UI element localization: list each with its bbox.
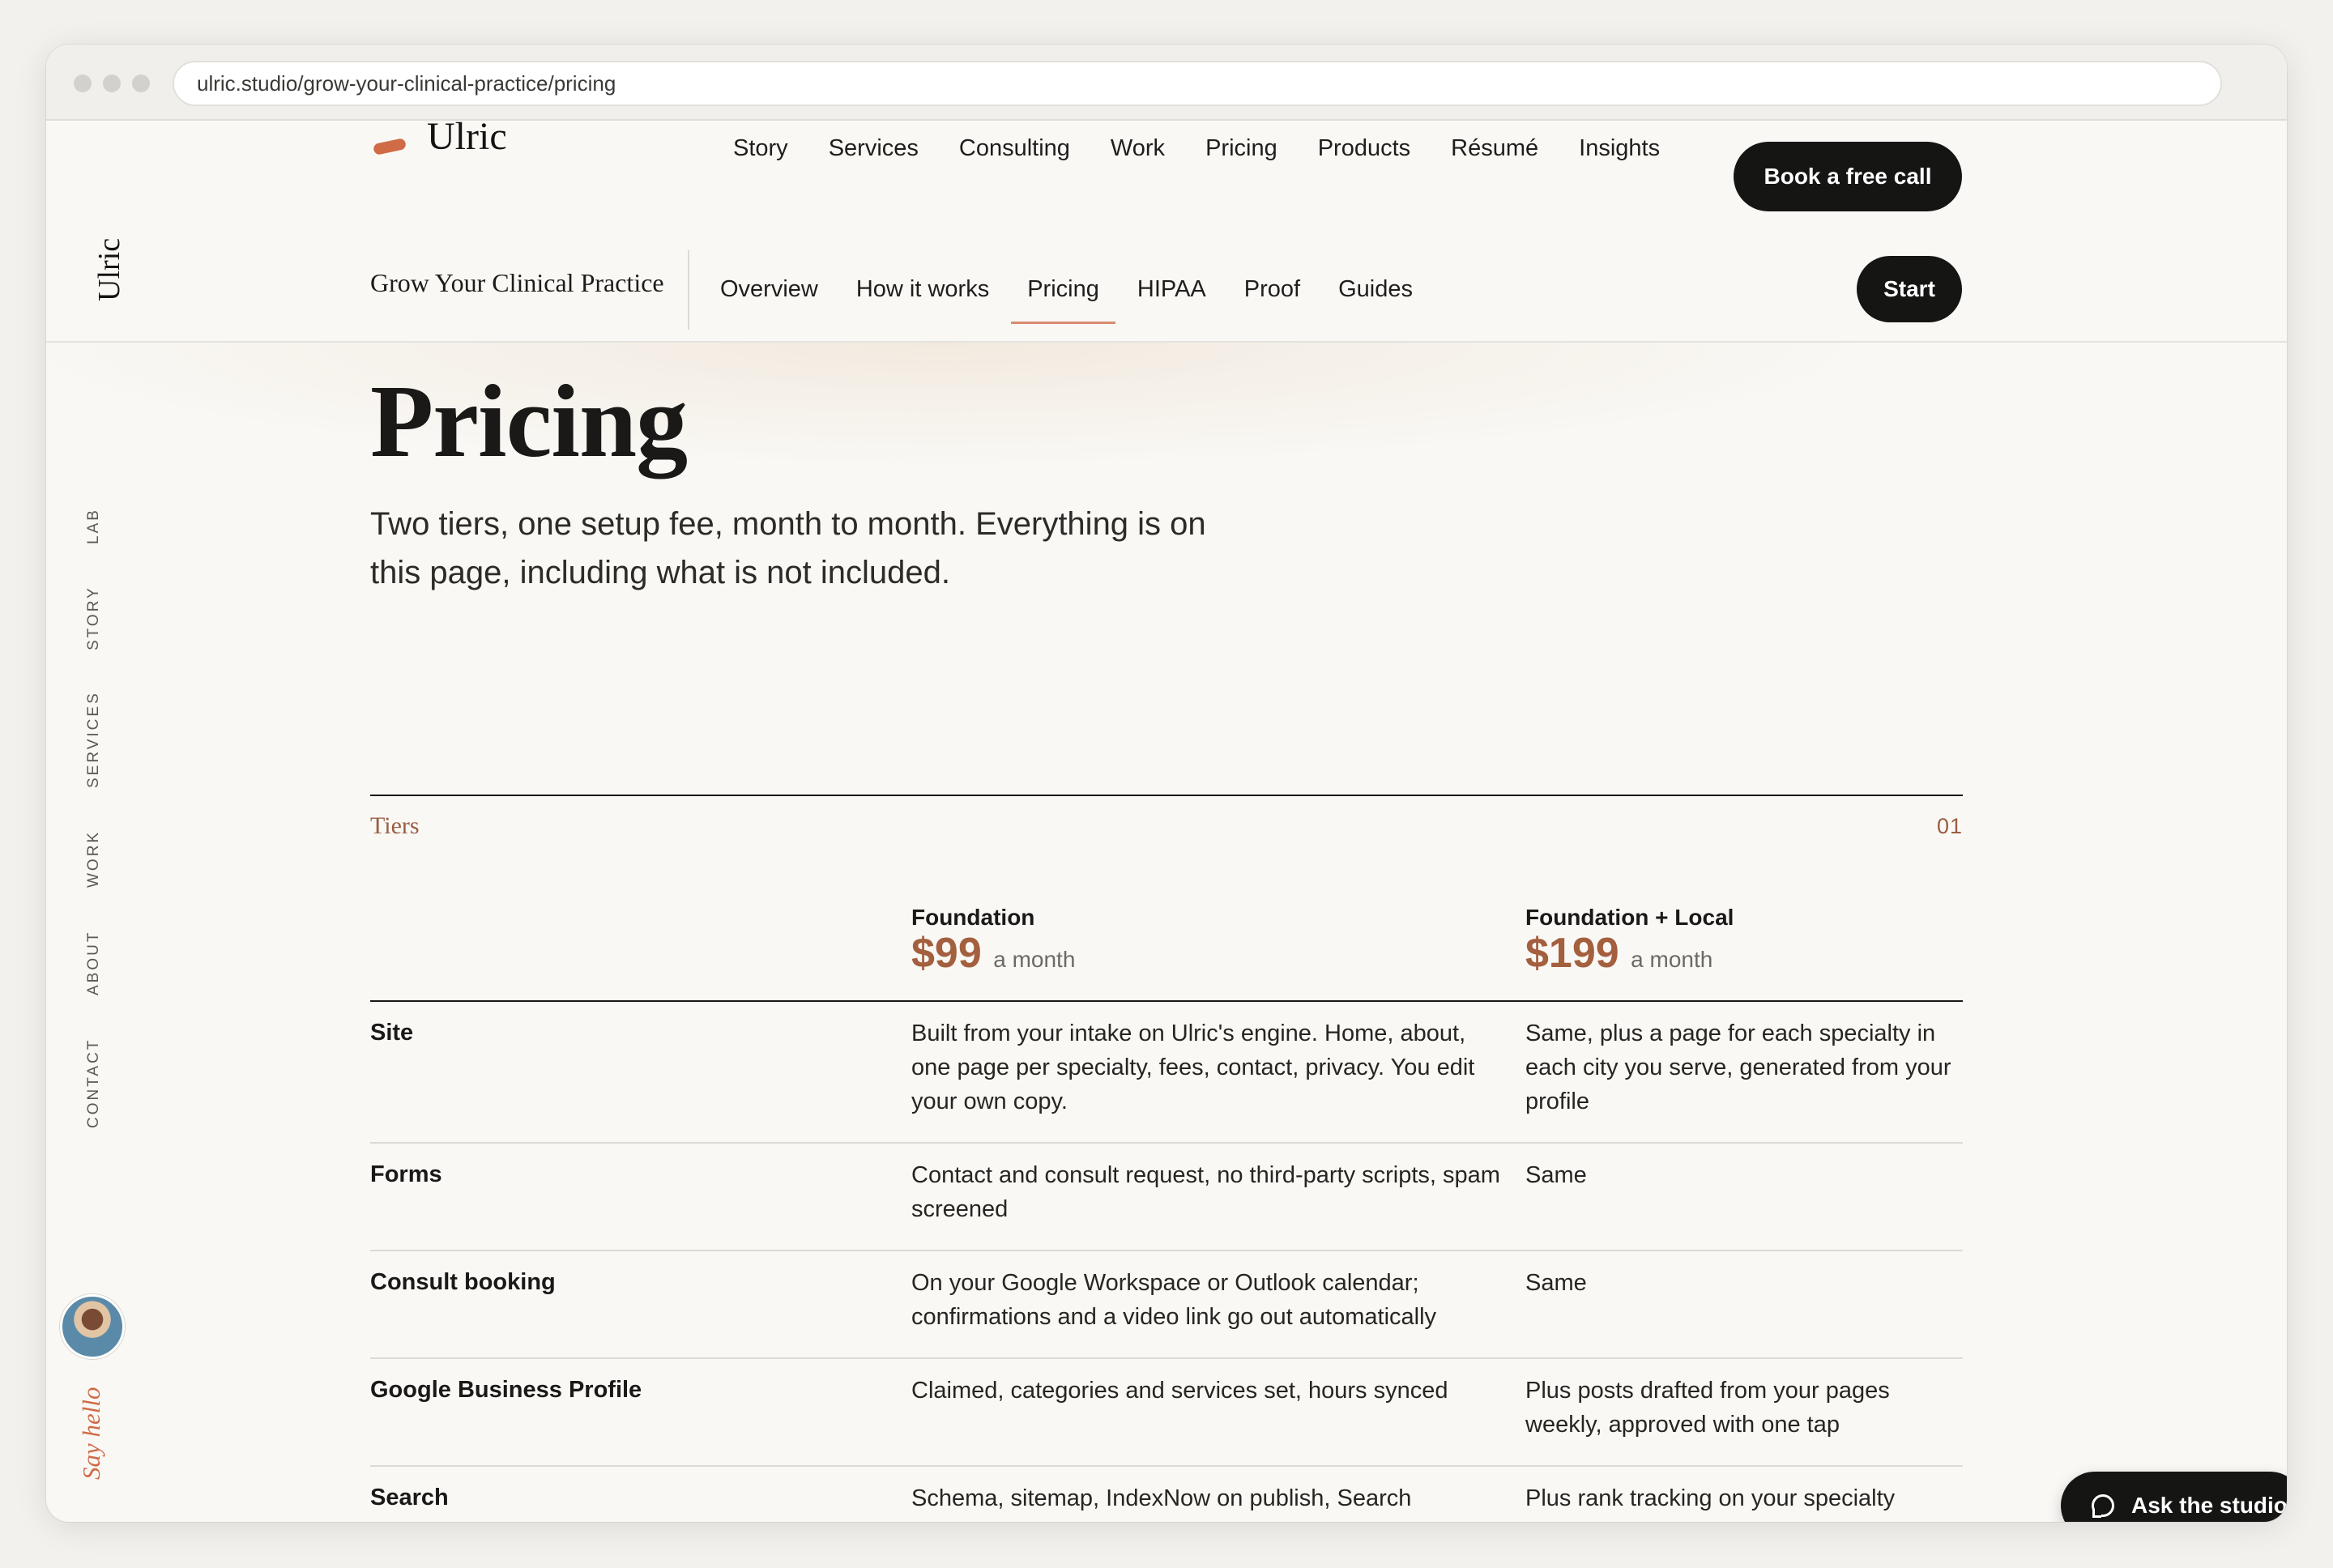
chat-bubble-icon bbox=[2092, 1494, 2114, 1518]
say-hello-link[interactable]: Say hello bbox=[77, 1387, 106, 1481]
table-row: Forms Contact and consult request, no th… bbox=[370, 1144, 1963, 1251]
window-close-icon[interactable] bbox=[74, 75, 92, 92]
tab-proof[interactable]: Proof bbox=[1244, 276, 1300, 303]
row-local-cell: Same, plus a page for each specialty in … bbox=[1525, 1020, 1951, 1114]
address-bar[interactable]: ulric.studio/grow-your-clinical-practice… bbox=[173, 61, 2222, 106]
sidebar-link-services[interactable]: SERVICES bbox=[85, 691, 103, 788]
main-nav: Story Services Consulting Work Pricing P… bbox=[733, 130, 1700, 166]
ask-the-studio-label: Ask the studio bbox=[2131, 1493, 2287, 1518]
subnav-tabs: Overview How it works Pricing HIPAA Proo… bbox=[720, 276, 1451, 324]
tier-local-header: Foundation + Local $199 a month bbox=[1525, 905, 1734, 982]
tab-hipaa[interactable]: HIPAA bbox=[1137, 276, 1206, 303]
window-minimize-icon[interactable] bbox=[103, 75, 121, 92]
sidebar-link-story[interactable]: STORY bbox=[85, 586, 103, 650]
browser-chrome: ulric.studio/grow-your-clinical-practice… bbox=[46, 45, 2287, 121]
sidebar-link-work[interactable]: WORK bbox=[85, 830, 103, 888]
row-label: Google Business Profile bbox=[370, 1377, 642, 1403]
tiers-number: 01 bbox=[1936, 814, 1963, 838]
sidebar-link-about[interactable]: ABOUT bbox=[85, 931, 103, 995]
nav-work[interactable]: Work bbox=[1111, 130, 1165, 166]
avatar[interactable] bbox=[60, 1294, 125, 1359]
table-row: Search Schema, sitemap, IndexNow on publ… bbox=[370, 1467, 1963, 1522]
tier-name: Foundation + Local bbox=[1525, 905, 1734, 930]
tab-overview[interactable]: Overview bbox=[720, 276, 818, 303]
start-button[interactable]: Start bbox=[1857, 256, 1962, 322]
tier-foundation-header: Foundation $99 a month bbox=[911, 905, 1075, 982]
tier-price: $99 bbox=[911, 930, 982, 977]
ask-the-studio-button[interactable]: Ask the studio bbox=[2061, 1472, 2287, 1522]
row-foundation-cell: Claimed, categories and services set, ho… bbox=[911, 1378, 1448, 1404]
table-row: Google Business Profile Claimed, categor… bbox=[370, 1359, 1963, 1467]
sidebar-link-contact[interactable]: CONTACT bbox=[85, 1038, 103, 1128]
sidebar-brand[interactable]: Ulric bbox=[92, 238, 127, 301]
nav-services[interactable]: Services bbox=[829, 130, 919, 166]
row-label: Forms bbox=[370, 1161, 442, 1187]
nav-products[interactable]: Products bbox=[1318, 130, 1410, 166]
page-title: Pricing bbox=[370, 364, 688, 479]
nav-pricing[interactable]: Pricing bbox=[1205, 130, 1277, 166]
tier-period: a month bbox=[1631, 947, 1713, 972]
table-row: Site Built from your intake on Ulric's e… bbox=[370, 1002, 1963, 1144]
subnav-divider bbox=[688, 250, 689, 330]
tab-how-it-works[interactable]: How it works bbox=[856, 276, 989, 303]
book-free-call-button[interactable]: Book a free call bbox=[1734, 142, 1962, 211]
row-label: Consult booking bbox=[370, 1269, 556, 1295]
brand-logo-text[interactable]: Ulric bbox=[427, 114, 507, 159]
row-foundation-cell: On your Google Workspace or Outlook cale… bbox=[911, 1270, 1437, 1330]
table-row: Consult booking On your Google Workspace… bbox=[370, 1251, 1963, 1359]
tier-period: a month bbox=[993, 947, 1076, 972]
row-label: Site bbox=[370, 1020, 414, 1046]
page-lede: Two tiers, one setup fee, month to month… bbox=[370, 506, 1206, 590]
browser-window: ulric.studio/grow-your-clinical-practice… bbox=[46, 45, 2287, 1522]
row-label: Search bbox=[370, 1485, 449, 1510]
row-local-cell: Same bbox=[1525, 1162, 1587, 1188]
nav-resume[interactable]: Résumé bbox=[1451, 130, 1538, 166]
nav-consulting[interactable]: Consulting bbox=[959, 130, 1070, 166]
row-foundation-cell: Schema, sitemap, IndexNow on publish, Se… bbox=[911, 1485, 1412, 1511]
row-foundation-cell: Contact and consult request, no third-pa… bbox=[911, 1162, 1500, 1222]
tier-price: $199 bbox=[1525, 930, 1619, 977]
row-local-cell: Plus rank tracking on your specialty bbox=[1525, 1485, 1896, 1511]
tab-guides[interactable]: Guides bbox=[1338, 276, 1413, 303]
nav-insights[interactable]: Insights bbox=[1579, 130, 1660, 166]
row-local-cell: Plus posts drafted from your pages weekl… bbox=[1525, 1378, 1890, 1438]
section-title[interactable]: Grow Your Clinical Practice bbox=[370, 268, 664, 298]
tier-name: Foundation bbox=[911, 905, 1035, 930]
row-foundation-cell: Built from your intake on Ulric's engine… bbox=[911, 1020, 1475, 1114]
window-zoom-icon[interactable] bbox=[132, 75, 150, 92]
tiers-label: Tiers bbox=[370, 812, 420, 839]
tab-pricing[interactable]: Pricing bbox=[1011, 276, 1115, 324]
row-local-cell: Same bbox=[1525, 1270, 1587, 1296]
section-divider bbox=[370, 795, 1963, 796]
nav-story[interactable]: Story bbox=[733, 130, 788, 166]
